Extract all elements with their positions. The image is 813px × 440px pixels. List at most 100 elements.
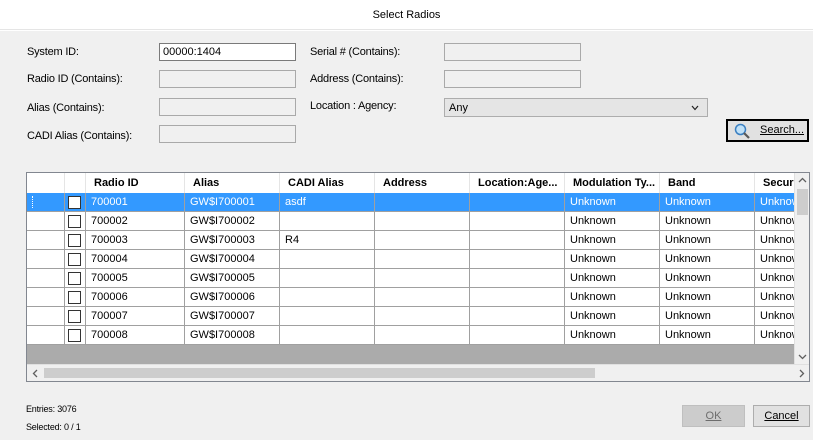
- scroll-down-icon[interactable]: [798, 352, 807, 361]
- cell-modulation[interactable]: Unknown: [565, 231, 660, 250]
- cell-security[interactable]: Unknow: [755, 326, 797, 345]
- cell-radio-id[interactable]: 700008: [86, 326, 185, 345]
- cell-security[interactable]: Unknow: [755, 307, 797, 326]
- cell-security[interactable]: Unknow: [755, 193, 797, 212]
- cell-modulation[interactable]: Unknown: [565, 288, 660, 307]
- cell-modulation[interactable]: Unknown: [565, 250, 660, 269]
- cell-band[interactable]: Unknown: [660, 326, 755, 345]
- cell-cadi-alias[interactable]: [280, 269, 375, 288]
- cell-security[interactable]: Unknow: [755, 269, 797, 288]
- cell-modulation[interactable]: Unknown: [565, 212, 660, 231]
- cell-location[interactable]: [470, 288, 565, 307]
- cell-band[interactable]: Unknown: [660, 307, 755, 326]
- table-row[interactable]: 700003 GW$I700003 R4 Unknown Unknown Unknow: [27, 231, 797, 250]
- cell-cadi-alias[interactable]: R4: [280, 231, 375, 250]
- cell-security[interactable]: Unknow: [755, 250, 797, 269]
- ok-button[interactable]: OK: [682, 405, 745, 427]
- search-button[interactable]: Search...: [726, 119, 809, 142]
- row-header[interactable]: [27, 288, 65, 307]
- column-header-address[interactable]: Address: [375, 173, 470, 193]
- cell-address[interactable]: [375, 269, 470, 288]
- row-header[interactable]: [27, 231, 65, 250]
- cell-radio-id[interactable]: 700002: [86, 212, 185, 231]
- alias-field[interactable]: [159, 98, 296, 116]
- cell-security[interactable]: Unknow: [755, 212, 797, 231]
- cell-cadi-alias[interactable]: [280, 307, 375, 326]
- cell-location[interactable]: [470, 212, 565, 231]
- cell-band[interactable]: Unknown: [660, 212, 755, 231]
- row-header[interactable]: [27, 307, 65, 326]
- cell-radio-id[interactable]: 700004: [86, 250, 185, 269]
- row-header[interactable]: [27, 212, 65, 231]
- cell-location[interactable]: [470, 193, 565, 212]
- cell-address[interactable]: [375, 212, 470, 231]
- scroll-up-icon[interactable]: [798, 176, 807, 185]
- cell-address[interactable]: [375, 231, 470, 250]
- cell-radio-id[interactable]: 700003: [86, 231, 185, 250]
- radio-id-field[interactable]: [159, 70, 296, 88]
- system-id-field[interactable]: 00000:1404: [159, 43, 296, 61]
- checkbox-column-header[interactable]: [65, 173, 86, 193]
- row-checkbox[interactable]: [68, 291, 81, 304]
- horizontal-scrollbar[interactable]: [27, 364, 809, 381]
- column-header-security[interactable]: Securi: [755, 173, 797, 193]
- cell-address[interactable]: [375, 193, 470, 212]
- column-header-cadi-alias[interactable]: CADI Alias: [280, 173, 375, 193]
- row-header[interactable]: [27, 326, 65, 345]
- cell-modulation[interactable]: Unknown: [565, 193, 660, 212]
- cell-address[interactable]: [375, 288, 470, 307]
- cell-location[interactable]: [470, 307, 565, 326]
- cell-modulation[interactable]: Unknown: [565, 307, 660, 326]
- column-header-alias[interactable]: Alias: [185, 173, 280, 193]
- column-header-band[interactable]: Band: [660, 173, 755, 193]
- location-agency-dropdown[interactable]: Any: [444, 98, 708, 117]
- column-header-location[interactable]: Location:Age...: [470, 173, 565, 193]
- scroll-left-icon[interactable]: [31, 369, 40, 378]
- address-field[interactable]: [444, 70, 581, 88]
- cell-address[interactable]: [375, 307, 470, 326]
- horizontal-scroll-thumb[interactable]: [44, 368, 595, 378]
- cell-alias[interactable]: GW$I700001: [185, 193, 280, 212]
- table-row[interactable]: 700002 GW$I700002 Unknown Unknown Unknow: [27, 212, 797, 231]
- cell-band[interactable]: Unknown: [660, 269, 755, 288]
- cell-location[interactable]: [470, 326, 565, 345]
- cell-band[interactable]: Unknown: [660, 231, 755, 250]
- cancel-button[interactable]: Cancel: [753, 405, 810, 427]
- row-checkbox[interactable]: [68, 329, 81, 342]
- cell-cadi-alias[interactable]: [280, 288, 375, 307]
- cell-modulation[interactable]: Unknown: [565, 269, 660, 288]
- row-checkbox[interactable]: [68, 215, 81, 228]
- table-row[interactable]: 700005 GW$I700005 Unknown Unknown Unknow: [27, 269, 797, 288]
- cell-band[interactable]: Unknown: [660, 193, 755, 212]
- row-checkbox[interactable]: [68, 253, 81, 266]
- cell-alias[interactable]: GW$I700006: [185, 288, 280, 307]
- cell-cadi-alias[interactable]: [280, 212, 375, 231]
- cell-location[interactable]: [470, 250, 565, 269]
- cell-band[interactable]: Unknown: [660, 288, 755, 307]
- cell-address[interactable]: [375, 326, 470, 345]
- cell-security[interactable]: Unknow: [755, 231, 797, 250]
- table-row[interactable]: 700004 GW$I700004 Unknown Unknown Unknow: [27, 250, 797, 269]
- column-header-radio-id[interactable]: Radio ID: [86, 173, 185, 193]
- scroll-right-icon[interactable]: [797, 369, 806, 378]
- cell-alias[interactable]: GW$I700007: [185, 307, 280, 326]
- cell-modulation[interactable]: Unknown: [565, 326, 660, 345]
- table-row[interactable]: 700008 GW$I700008 Unknown Unknown Unknow: [27, 326, 797, 345]
- cell-address[interactable]: [375, 250, 470, 269]
- cell-radio-id[interactable]: 700005: [86, 269, 185, 288]
- cell-cadi-alias[interactable]: [280, 250, 375, 269]
- cell-cadi-alias[interactable]: asdf: [280, 193, 375, 212]
- row-header[interactable]: [27, 269, 65, 288]
- table-row[interactable]: 700007 GW$I700007 Unknown Unknown Unknow: [27, 307, 797, 326]
- row-checkbox[interactable]: [68, 196, 81, 209]
- cell-security[interactable]: Unknow: [755, 288, 797, 307]
- cell-location[interactable]: [470, 269, 565, 288]
- vertical-scrollbar[interactable]: [794, 173, 809, 365]
- cell-band[interactable]: Unknown: [660, 250, 755, 269]
- column-header-modulation[interactable]: Modulation Ty...: [565, 173, 660, 193]
- cadi-alias-field[interactable]: [159, 125, 296, 143]
- cell-cadi-alias[interactable]: [280, 326, 375, 345]
- table-row[interactable]: 700006 GW$I700006 Unknown Unknown Unknow: [27, 288, 797, 307]
- cell-radio-id[interactable]: 700007: [86, 307, 185, 326]
- cell-alias[interactable]: GW$I700003: [185, 231, 280, 250]
